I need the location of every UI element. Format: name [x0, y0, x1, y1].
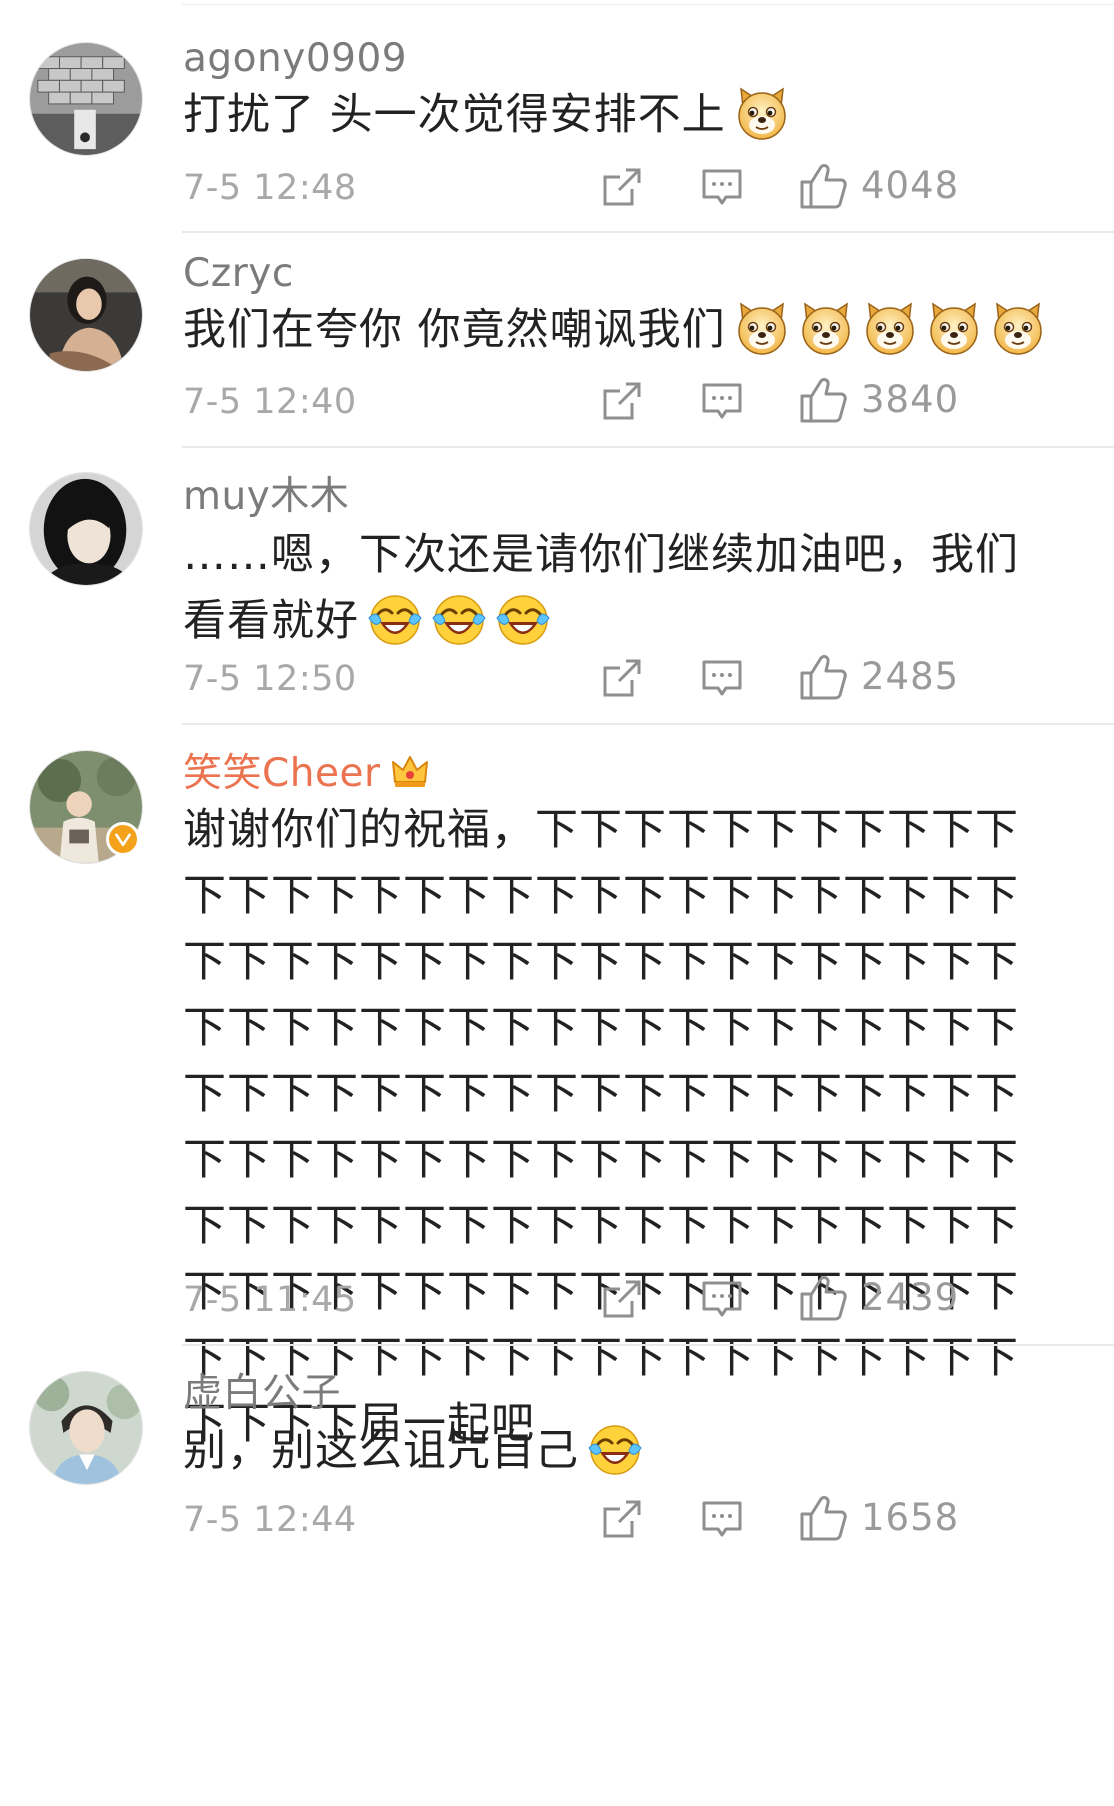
- verified-badge-icon: [106, 822, 140, 856]
- doge-emoji-icon: [798, 300, 854, 356]
- like-count: 2485: [861, 655, 960, 698]
- like-button[interactable]: 2439: [798, 1273, 959, 1323]
- like-button[interactable]: 2485: [798, 652, 959, 702]
- user-avatar[interactable]: [29, 258, 143, 372]
- comment-icon[interactable]: [700, 656, 744, 700]
- thumbs-up-icon: [798, 375, 848, 425]
- comment-timestamp: 7-5 11:45: [183, 1280, 357, 1320]
- doge-emoji-icon: [990, 300, 1046, 356]
- comment-icon[interactable]: [700, 165, 744, 209]
- comment-divider: [182, 1344, 1114, 1346]
- comment-divider: [182, 446, 1114, 448]
- doge-emoji-icon: [926, 300, 982, 356]
- laugh-cry-emoji-icon: [495, 591, 551, 647]
- comment-timestamp: 7-5 12:50: [183, 659, 357, 699]
- top-divider: [182, 4, 1114, 5]
- comment-body: 谢谢你们的祝福，下下下下下下下下下下下下下下下下下下下下下下下下下下下下下下下下…: [183, 805, 1019, 1449]
- comment-timestamp: 7-5 12:44: [183, 1500, 357, 1540]
- comment-body: 打扰了 头一次觉得安排不上: [183, 90, 726, 140]
- comment-icon[interactable]: [700, 1497, 744, 1541]
- username[interactable]: agony0909: [183, 35, 407, 83]
- username-text[interactable]: 虚白公子: [183, 1371, 341, 1416]
- thumbs-up-icon: [798, 1273, 848, 1323]
- comment-icon[interactable]: [700, 1277, 744, 1321]
- like-count: 1658: [861, 1496, 960, 1539]
- doge-emoji-icon: [734, 300, 790, 356]
- username-text[interactable]: muy木木: [183, 474, 349, 519]
- repost-icon[interactable]: [600, 379, 644, 423]
- comment-text: 我们在夸你 你竟然嘲讽我们: [183, 297, 1053, 363]
- thumbs-up-icon: [798, 652, 848, 702]
- comment-timestamp: 7-5 12:40: [183, 382, 357, 422]
- laugh-cry-emoji-icon: [587, 1421, 643, 1477]
- thumbs-up-icon: [798, 161, 848, 211]
- username[interactable]: Czryc: [183, 250, 294, 298]
- repost-icon[interactable]: [600, 656, 644, 700]
- comment-text: 打扰了 头一次觉得安排不上: [183, 82, 1053, 148]
- comment-divider: [182, 231, 1114, 233]
- like-count: 2439: [861, 1276, 960, 1319]
- username-text[interactable]: 笑笑Cheer: [183, 751, 380, 796]
- repost-icon[interactable]: [600, 1497, 644, 1541]
- like-button[interactable]: 4048: [798, 161, 959, 211]
- doge-emoji-icon: [862, 300, 918, 356]
- user-avatar[interactable]: [29, 42, 143, 156]
- username[interactable]: muy木木: [183, 473, 349, 521]
- comment-text: 别，别这么诅咒自己: [183, 1418, 1053, 1484]
- comment-divider: [182, 723, 1114, 725]
- thumbs-up-icon: [798, 1493, 848, 1543]
- like-count: 4048: [861, 164, 960, 207]
- username[interactable]: 虚白公子: [183, 1370, 341, 1418]
- repost-icon[interactable]: [600, 165, 644, 209]
- comment-text: 谢谢你们的祝福，下下下下下下下下下下下下下下下下下下下下下下下下下下下下下下下下…: [183, 797, 1053, 1457]
- username[interactable]: 笑笑Cheer: [183, 750, 430, 798]
- comment-icon[interactable]: [700, 379, 744, 423]
- comment-timestamp: 7-5 12:48: [183, 168, 357, 208]
- username-text[interactable]: agony0909: [183, 36, 407, 81]
- username-text[interactable]: Czryc: [183, 251, 294, 296]
- doge-emoji-icon: [734, 85, 790, 141]
- comment-feed: agony0909 打扰了 头一次觉得安排不上 7-5 12:48 4048 Czryc…: [0, 0, 1114, 1806]
- user-avatar[interactable]: [29, 1371, 143, 1485]
- repost-icon[interactable]: [600, 1277, 644, 1321]
- crown-icon: [390, 751, 430, 791]
- like-button[interactable]: 3840: [798, 375, 959, 425]
- comment-body: 别，别这么诅咒自己: [183, 1426, 579, 1476]
- laugh-cry-emoji-icon: [431, 591, 487, 647]
- comment-body: ……嗯，下次还是请你们继续加油吧，我们看看就好: [183, 530, 1019, 646]
- like-button[interactable]: 1658: [798, 1493, 959, 1543]
- like-count: 3840: [861, 378, 960, 421]
- laugh-cry-emoji-icon: [367, 591, 423, 647]
- user-avatar[interactable]: [29, 472, 143, 586]
- comment-body: 我们在夸你 你竟然嘲讽我们: [183, 305, 726, 355]
- comment-text: ……嗯，下次还是请你们继续加油吧，我们看看就好: [183, 522, 1053, 654]
